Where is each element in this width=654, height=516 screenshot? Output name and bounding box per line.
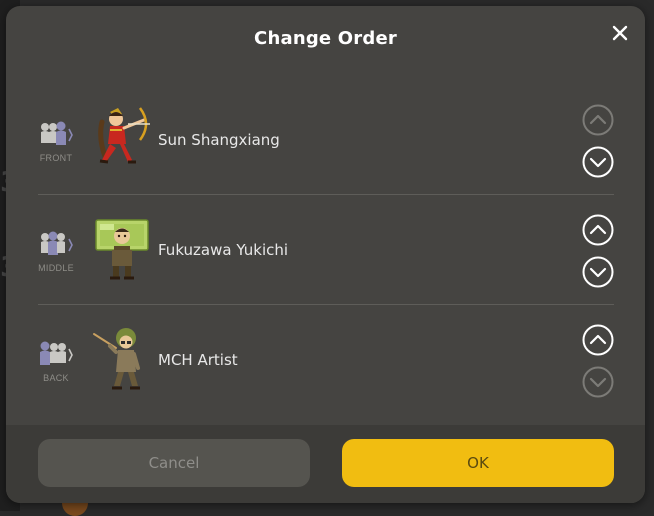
character-name: MCH Artist [158,351,238,369]
character-avatar [88,324,156,392]
dialog-footer: Cancel OK [6,425,645,503]
artist-character-icon [93,328,140,390]
position-indicator: FRONT [38,121,74,171]
cancel-button[interactable]: Cancel [38,439,310,487]
move-up-button[interactable] [582,214,614,246]
chevron-down-icon [582,146,614,178]
character-name: Fukuzawa Yukichi [158,241,289,259]
position-label: FRONT [39,153,73,163]
move-up-button[interactable] [582,324,614,356]
dialog-title: Change Order [254,28,397,49]
chevron-up-icon [582,214,614,246]
party-row: MIDDLE Fukuzawa Yukichi [38,195,614,305]
party-position-icon [41,231,73,255]
archer-character-icon [98,107,150,164]
change-order-dialog: Change Order FRONT Sun Shangxiang MIDDLE… [6,6,645,503]
character-avatar [88,214,156,282]
party-order-list: FRONT Sun Shangxiang MIDDLE Fukuzawa Yuk… [38,85,614,414]
party-row: FRONT Sun Shangxiang [38,85,614,195]
close-button[interactable] [609,22,631,44]
move-down-button[interactable] [582,256,614,288]
character-avatar [88,104,156,172]
chevron-down-icon [582,366,614,398]
position-label: BACK [43,373,69,383]
chevron-up-icon [582,324,614,356]
character-name: Sun Shangxiang [158,131,280,149]
move-down-button[interactable] [582,146,614,178]
party-position-icon [41,121,73,145]
position-indicator: BACK [38,341,74,391]
party-row: BACK MCH Artist [38,305,614,414]
position-indicator: MIDDLE [38,231,74,281]
party-position-icon [40,341,73,365]
move-up-button[interactable] [582,104,614,136]
ok-button[interactable]: OK [342,439,614,487]
chevron-up-icon [582,104,614,136]
position-label: MIDDLE [38,263,74,273]
close-icon [612,25,628,41]
banknote-character-icon [95,219,149,280]
move-down-button[interactable] [582,366,614,398]
chevron-down-icon [582,256,614,288]
